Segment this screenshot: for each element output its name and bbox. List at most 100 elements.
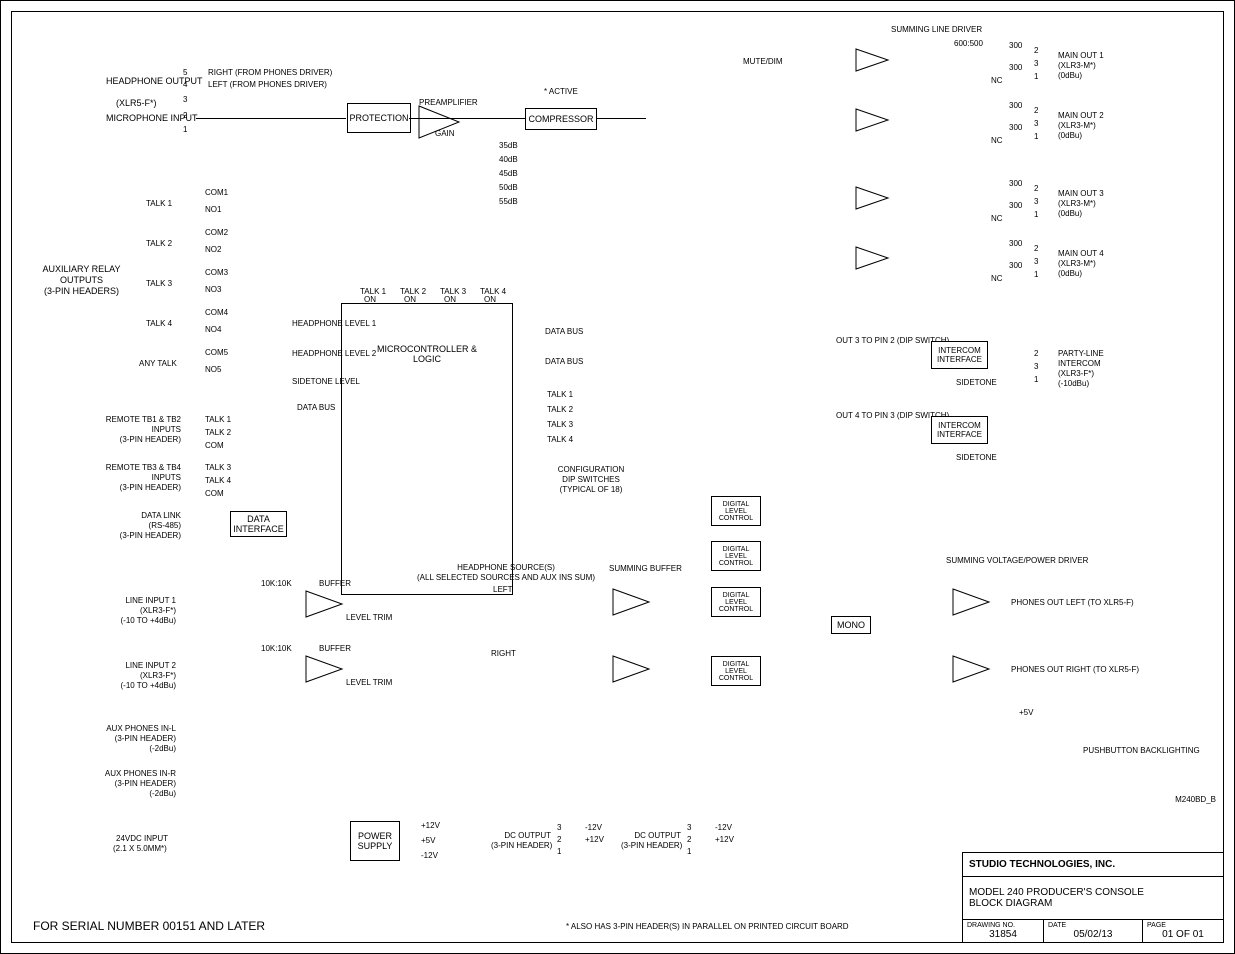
aux-relay-headers: (3-PIN HEADERS) — [39, 286, 124, 296]
g50: 50dB — [499, 183, 518, 192]
dcout1-p12: +12V — [585, 835, 604, 844]
tx1-ratio: 10K:10K — [261, 579, 292, 588]
buffer2: BUFFER — [319, 644, 351, 653]
drawing-code: M240BD_B — [1175, 795, 1216, 804]
mo2-p1: 1 — [1034, 132, 1038, 141]
sidetone-lvl: SIDETONE LEVEL — [292, 377, 340, 386]
dcout1-1: 1 — [557, 847, 561, 856]
intercom1-text: INTERCOM INTERFACE — [932, 346, 987, 364]
line1-t: LINE INPUT 1 — [106, 596, 176, 605]
auxr-m: (3-PIN HEADER) — [96, 779, 176, 788]
no5: NO5 — [205, 365, 221, 374]
talk-r3: TALK 3 — [547, 420, 573, 429]
pin5: 5 — [183, 68, 187, 77]
no2: NO2 — [205, 245, 221, 254]
sumvp-label: SUMMING VOLTAGE/POWER DRIVER — [946, 556, 1026, 565]
date-key: DATE — [1048, 922, 1138, 929]
com5: COM5 — [205, 348, 228, 357]
date-val: 05/02/13 — [1048, 929, 1138, 940]
r300-2a: 300 — [1009, 101, 1022, 110]
remote12-t: REMOTE TB1 & TB2 — [96, 415, 181, 424]
pin4: 4 — [183, 80, 187, 89]
compressor-text: COMPRESSOR — [528, 114, 593, 124]
dcout1-2: 2 — [557, 835, 561, 844]
no1: NO1 — [205, 205, 221, 214]
xlr5f-label: (XLR5-F*) — [116, 98, 157, 108]
tx2-ratio: 10K:10K — [261, 644, 292, 653]
mcu-text: MICROCONTROLLER & LOGIC — [377, 344, 477, 364]
dlc3-text: DIGITAL LEVEL CONTROL — [712, 592, 760, 613]
com1: COM1 — [205, 188, 228, 197]
com2: COM2 — [205, 228, 228, 237]
hpsrc-b: (ALL SELECTED SOURCES AND AUX INS SUM) — [416, 573, 596, 582]
datalink-b: (3-PIN HEADER) — [96, 531, 181, 540]
sumvp-amp-r — [953, 656, 989, 687]
pl-p3: 3 — [1034, 362, 1038, 371]
mcu-on3: ON — [444, 295, 456, 304]
no4: NO4 — [205, 325, 221, 334]
mcu-on4: ON — [484, 295, 496, 304]
line2-m: (XLR3-F*) — [106, 671, 176, 680]
datai-text: DATA INTERFACE — [231, 514, 286, 534]
line1-b: (-10 TO +4dBu) — [106, 616, 176, 625]
pin5-desc: RIGHT (FROM PHONES DRIVER) — [208, 68, 332, 77]
auxl-m: (3-PIN HEADER) — [96, 734, 176, 743]
dcout2-t: DC OUTPUT — [621, 831, 681, 840]
mcu-block: MICROCONTROLLER & LOGIC — [341, 303, 513, 595]
dcout1-3: 3 — [557, 823, 561, 832]
title-l1: MODEL 240 PRODUCER'S CONSOLE — [969, 887, 1144, 898]
pl-p2: 2 — [1034, 349, 1038, 358]
databus-r1: DATA BUS — [545, 327, 583, 336]
dcin-t: 24VDC INPUT — [116, 834, 168, 843]
mo4-t: MAIN OUT 4 — [1058, 249, 1104, 258]
dlc4: DIGITAL LEVEL CONTROL — [711, 656, 761, 686]
mo3-l: (0dBu) — [1058, 209, 1082, 218]
mo3-p3: 3 — [1034, 197, 1038, 206]
mono-text: MONO — [837, 620, 865, 630]
pbb: PUSHBUTTON BACKLIGHTING — [1083, 746, 1143, 755]
title-block: STUDIO TECHNOLOGIES, INC. MODEL 240 PROD… — [962, 852, 1224, 943]
mcu-on1: ON — [364, 295, 376, 304]
page-key: PAGE — [1147, 922, 1219, 929]
sidetone1: SIDETONE — [956, 378, 997, 387]
pcb-note: * ALSO HAS 3-PIN HEADER(S) IN PARALLEL O… — [566, 922, 849, 931]
dcout2-3: 3 — [687, 823, 691, 832]
remote34-b: (3-PIN HEADER) — [96, 483, 181, 492]
mo4-p2: 2 — [1034, 244, 1038, 253]
compressor-block: COMPRESSOR — [525, 108, 597, 130]
title-l2: BLOCK DIAGRAM — [969, 898, 1144, 909]
buffer1: BUFFER — [319, 579, 351, 588]
com4: COM4 — [205, 308, 228, 317]
sumbuf-label: SUMMING BUFFER — [609, 564, 654, 573]
dcout2-2: 2 — [687, 835, 691, 844]
serial-note: FOR SERIAL NUMBER 00151 AND LATER — [33, 919, 265, 933]
n12: -12V — [421, 851, 438, 860]
intercom2-text: INTERCOM INTERFACE — [932, 421, 987, 439]
pl-c: (XLR3-F*) — [1058, 369, 1094, 378]
talk4-label: TALK 4 — [146, 319, 172, 328]
hplvl2: HEADPHONE LEVEL 2 — [292, 349, 340, 358]
talk1-label: TALK 1 — [146, 199, 172, 208]
databus-r2: DATA BUS — [545, 357, 583, 366]
mo2-p2: 2 — [1034, 106, 1038, 115]
r300-1b: 300 — [1009, 63, 1022, 72]
talk2-label: TALK 2 — [146, 239, 172, 248]
drawing-title: MODEL 240 PRODUCER'S CONSOLE BLOCK DIAGR… — [963, 876, 1223, 919]
gain-label: GAIN — [435, 129, 455, 138]
g40: 40dB — [499, 155, 518, 164]
remote34-t: REMOTE TB3 & TB4 — [96, 463, 181, 472]
auxr-t: AUX PHONES IN-R — [96, 769, 176, 778]
sumbuf-amp-r — [613, 656, 649, 687]
intercom2: INTERCOM INTERFACE — [931, 416, 988, 444]
nc2: NC — [991, 136, 1003, 145]
sumbuf-amp-l — [613, 589, 649, 620]
p12: +12V — [421, 821, 440, 830]
databus-left: DATA BUS — [297, 403, 335, 412]
talk-r1: TALK 1 — [547, 390, 573, 399]
pol: PHONES OUT LEFT (TO XLR5-F) — [1011, 598, 1134, 607]
nc3: NC — [991, 214, 1003, 223]
mo4-l: (0dBu) — [1058, 269, 1082, 278]
drawing-no-val: 31854 — [967, 929, 1039, 940]
r-talk1: TALK 1 — [205, 415, 231, 424]
r300-3b: 300 — [1009, 201, 1022, 210]
